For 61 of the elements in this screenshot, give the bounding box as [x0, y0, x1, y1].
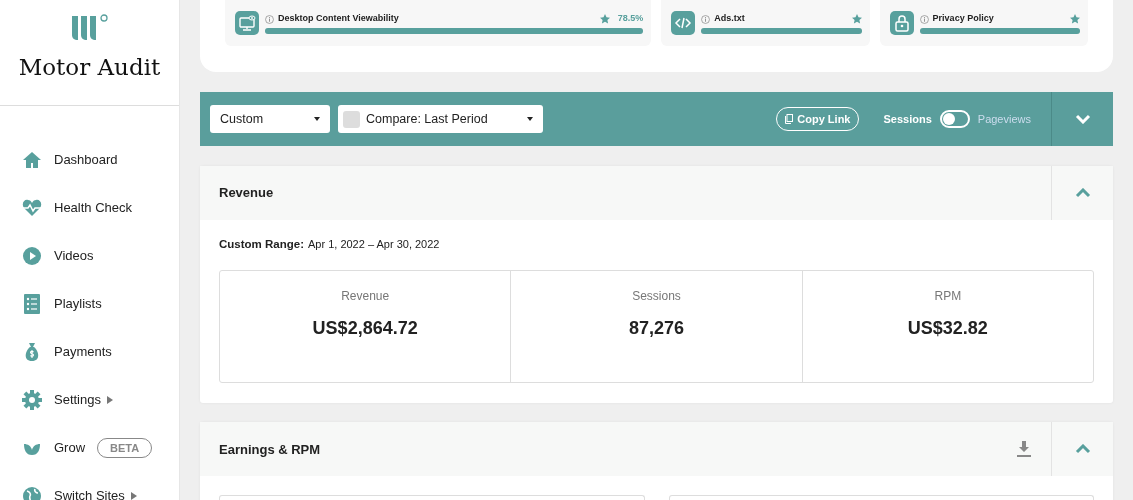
nav-label: Health Check	[54, 199, 133, 218]
nav-label: Dashboard	[54, 151, 118, 170]
code-icon	[671, 11, 696, 35]
nav-item[interactable]: Switch Sites	[0, 472, 179, 500]
info-icon[interactable]	[919, 14, 929, 24]
metric-value: US$2,864.72	[312, 317, 418, 341]
nav-label: Grow	[54, 439, 86, 458]
panel-title: Earnings & RPM	[219, 440, 322, 459]
nav-item[interactable]: Dashboard	[0, 136, 179, 184]
metric-value: 87,276	[628, 317, 684, 341]
nav-item[interactable]: Videos	[0, 232, 179, 280]
home-icon	[22, 150, 42, 170]
info-icon[interactable]	[701, 14, 711, 24]
chevron-down-icon	[1074, 114, 1091, 124]
gear-icon	[22, 390, 42, 410]
nav-item[interactable]: Settings	[0, 376, 179, 424]
metric-label: Revenue	[341, 288, 390, 306]
nav-item[interactable]: Playlists	[0, 280, 179, 328]
info-icon[interactable]	[265, 14, 274, 24]
range-value: Apr 1, 2022 – Apr 30, 2022	[308, 237, 440, 252]
heartbeat-icon	[22, 198, 42, 218]
download-icon[interactable]	[1017, 441, 1031, 458]
star-icon	[599, 14, 610, 24]
range-label: Custom Range:	[219, 237, 304, 252]
nav-item[interactable]: Grow BETA	[0, 424, 179, 472]
play-icon	[22, 246, 42, 266]
star-icon	[1070, 14, 1080, 24]
nav-label: Payments	[54, 343, 112, 362]
logo-icon	[70, 14, 109, 42]
compare-select[interactable]: Compare: Last Period	[338, 105, 543, 133]
panel-title: Revenue	[219, 184, 275, 203]
nav-label: Switch Sites	[54, 487, 125, 500]
caret-icon	[527, 117, 533, 121]
score-label: Desktop Content Viewability	[278, 12, 399, 26]
monitor-eye-icon	[235, 11, 259, 35]
copy-icon	[785, 114, 794, 124]
nav-label: Settings	[54, 391, 101, 410]
sessions-toggle[interactable]	[939, 110, 970, 128]
toggle-label: Pageviews	[977, 111, 1031, 127]
lock-icon	[889, 11, 914, 35]
range-select[interactable]: Custom	[210, 105, 330, 133]
metric-value: US$32.82	[907, 317, 988, 341]
score-value: 78.5%	[617, 12, 644, 26]
star-icon	[851, 14, 862, 24]
brand-name: Motor Audit	[18, 53, 161, 82]
metric-label: Sessions	[632, 288, 681, 306]
caret-icon	[107, 396, 113, 404]
nav-label: Playlists	[54, 295, 102, 314]
chevron-up-icon	[1074, 444, 1091, 455]
metric-label: RPM	[934, 288, 962, 306]
caret-icon	[314, 117, 320, 121]
checkbox[interactable]	[343, 110, 360, 128]
nav-label: Videos	[54, 247, 94, 266]
caret-icon	[130, 492, 137, 500]
toggle-label: Sessions	[883, 111, 932, 127]
nav-item[interactable]: Payments	[0, 328, 179, 376]
score-label: Ads.txt	[714, 12, 745, 26]
list-icon	[22, 294, 42, 314]
chevron-up-icon	[1074, 188, 1091, 198]
nav-item[interactable]: Health Check	[0, 184, 179, 232]
score-label: Privacy Policy	[932, 12, 994, 26]
